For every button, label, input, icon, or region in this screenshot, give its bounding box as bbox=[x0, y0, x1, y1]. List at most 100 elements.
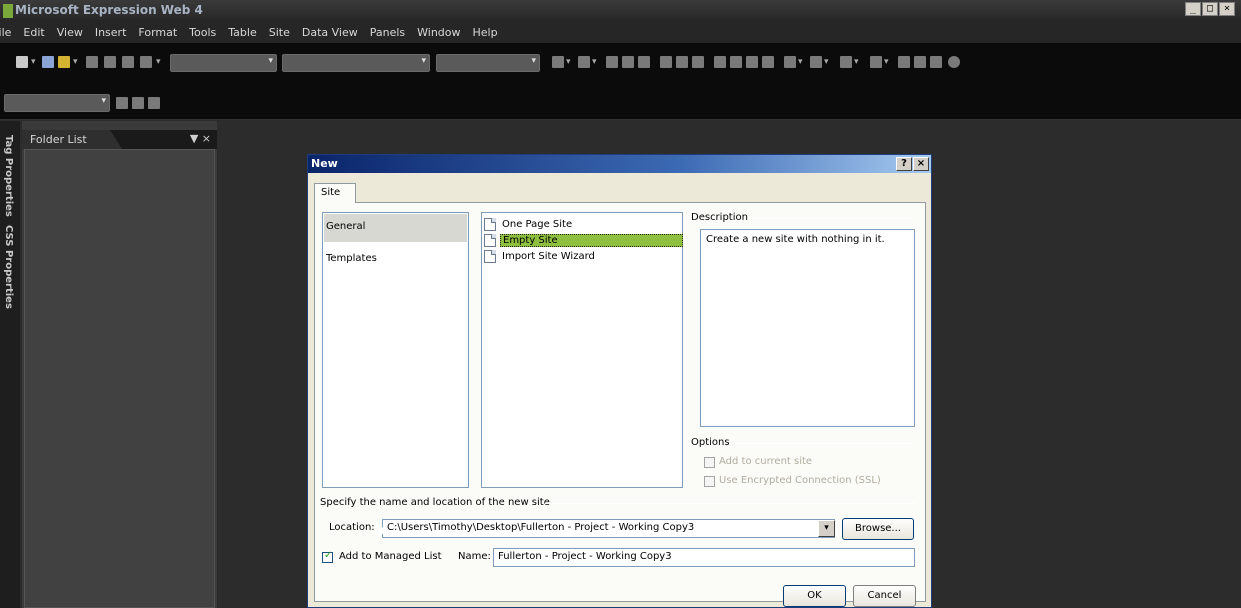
pin-icon[interactable]: ▼ bbox=[190, 132, 198, 145]
name-input[interactable]: Fullerton - Project - Working Copy3 bbox=[493, 548, 915, 567]
tab-css-properties[interactable]: CSS Properties bbox=[3, 225, 14, 309]
menu-panels[interactable]: Panels bbox=[364, 26, 411, 39]
publish-icon[interactable] bbox=[122, 56, 134, 68]
font-combo[interactable] bbox=[282, 54, 430, 72]
italic-icon[interactable] bbox=[622, 56, 634, 68]
options-legend: Options bbox=[691, 437, 730, 448]
increase-indent-icon[interactable] bbox=[762, 56, 774, 68]
cancel-button[interactable]: Cancel bbox=[853, 585, 916, 607]
preview-browser-icon[interactable] bbox=[948, 56, 960, 68]
align-left-icon[interactable] bbox=[660, 56, 672, 68]
options-divider bbox=[733, 443, 915, 444]
location-label: Location: bbox=[329, 522, 375, 533]
site-folder-icon[interactable] bbox=[116, 97, 128, 109]
new-document-icon[interactable] bbox=[16, 56, 28, 68]
page-icon bbox=[484, 217, 496, 231]
font-color-icon[interactable] bbox=[840, 56, 852, 68]
site-type-empty[interactable]: Empty Site bbox=[484, 233, 683, 247]
undo-icon[interactable] bbox=[552, 56, 564, 68]
minimize-button[interactable]: _ bbox=[1185, 2, 1201, 16]
bullets-icon[interactable] bbox=[730, 56, 742, 68]
location-input[interactable]: C:\Users\Timothy\Desktop\Fullerton - Pro… bbox=[382, 519, 835, 538]
window-controls: _ □ × bbox=[1185, 2, 1235, 16]
ok-button[interactable]: OK bbox=[783, 585, 846, 607]
secondary-toolbar bbox=[0, 87, 1241, 120]
font-size-combo[interactable] bbox=[436, 54, 540, 72]
use-ssl-label: Use Encrypted Connection (SSL) bbox=[719, 475, 881, 486]
description-box: Create a new site with nothing in it. bbox=[700, 229, 915, 427]
close-window-button[interactable]: × bbox=[1219, 2, 1235, 16]
spelling-icon[interactable] bbox=[140, 56, 152, 68]
panel-controls: ▼ × bbox=[190, 132, 211, 145]
app-title: Microsoft Expression Web 4 bbox=[15, 3, 203, 17]
add-to-current-site-checkbox[interactable] bbox=[704, 457, 715, 468]
site-type-one-page[interactable]: One Page Site bbox=[484, 217, 574, 231]
menu-bar: File Edit View Insert Format Tools Table… bbox=[0, 22, 1241, 43]
dialog-title: New bbox=[311, 157, 338, 170]
preview-icon[interactable] bbox=[104, 56, 116, 68]
redo-icon[interactable] bbox=[578, 56, 590, 68]
hyperlink-icon[interactable] bbox=[930, 56, 942, 68]
image-icon[interactable] bbox=[914, 56, 926, 68]
dialog-title-bar: New bbox=[308, 155, 931, 173]
site-view-icon[interactable] bbox=[132, 97, 144, 109]
help-button[interactable]: ? bbox=[896, 157, 912, 171]
underline-icon[interactable] bbox=[638, 56, 650, 68]
align-center-icon[interactable] bbox=[676, 56, 688, 68]
menu-view[interactable]: View bbox=[51, 26, 89, 39]
maximize-button[interactable]: □ bbox=[1202, 2, 1218, 16]
menu-format[interactable]: Format bbox=[132, 26, 183, 39]
close-dialog-button[interactable]: × bbox=[913, 157, 929, 171]
menu-window[interactable]: Window bbox=[411, 26, 466, 39]
menu-data-view[interactable]: Data View bbox=[296, 26, 364, 39]
name-label: Name: bbox=[458, 551, 491, 562]
category-list[interactable]: General Templates bbox=[322, 212, 469, 488]
app-logo-icon bbox=[3, 4, 13, 18]
folder-list-tab[interactable]: Folder List bbox=[22, 130, 122, 149]
category-general[interactable]: General bbox=[324, 214, 467, 242]
side-panel-tabs: Tag Properties CSS Properties bbox=[0, 121, 20, 608]
tab-site[interactable]: Site bbox=[314, 183, 356, 203]
layer-icon[interactable] bbox=[870, 56, 882, 68]
folder-list-header: Folder List ▼ × bbox=[22, 130, 217, 149]
align-right-icon[interactable] bbox=[692, 56, 704, 68]
close-panel-button[interactable]: × bbox=[202, 132, 211, 145]
menu-help[interactable]: Help bbox=[467, 26, 504, 39]
tab-tag-properties[interactable]: Tag Properties bbox=[3, 135, 14, 217]
site-type-import-wizard[interactable]: Import Site Wizard bbox=[484, 249, 597, 263]
site-type-list[interactable]: One Page Site Empty Site Import Site Wiz… bbox=[481, 212, 683, 488]
folder-list-body bbox=[24, 149, 215, 608]
new-site-dialog: New ? × Site General Templates One Page … bbox=[307, 154, 932, 608]
open-folder-icon[interactable] bbox=[58, 56, 70, 68]
style-combo[interactable] bbox=[170, 54, 277, 72]
borders-icon[interactable] bbox=[784, 56, 796, 68]
folder-list-panel: Folder List ▼ × bbox=[22, 121, 217, 608]
highlight-icon[interactable] bbox=[810, 56, 822, 68]
menu-table[interactable]: Table bbox=[222, 26, 262, 39]
title-bar: Microsoft Expression Web 4 _ □ × bbox=[0, 0, 1241, 22]
save-icon[interactable] bbox=[42, 56, 54, 68]
numbering-icon[interactable] bbox=[714, 56, 726, 68]
decrease-indent-icon[interactable] bbox=[746, 56, 758, 68]
add-to-current-site-label: Add to current site bbox=[719, 456, 813, 467]
location-dropdown-button[interactable]: ▾ bbox=[818, 520, 835, 537]
menu-tools[interactable]: Tools bbox=[183, 26, 222, 39]
publish-site-icon[interactable] bbox=[148, 97, 160, 109]
site-type-label: Import Site Wizard bbox=[502, 250, 595, 262]
menu-file[interactable]: File bbox=[0, 26, 17, 39]
dtd-combo[interactable] bbox=[4, 94, 110, 112]
add-to-managed-list-checkbox[interactable] bbox=[322, 550, 333, 563]
bold-icon[interactable] bbox=[606, 56, 618, 68]
specify-divider bbox=[545, 503, 915, 504]
table-icon[interactable] bbox=[898, 56, 910, 68]
menu-insert[interactable]: Insert bbox=[89, 26, 133, 39]
description-divider bbox=[750, 218, 915, 219]
menu-edit[interactable]: Edit bbox=[17, 26, 50, 39]
category-templates[interactable]: Templates bbox=[324, 246, 467, 274]
menu-site[interactable]: Site bbox=[263, 26, 296, 39]
browse-button[interactable]: Browse... bbox=[842, 518, 914, 540]
print-icon[interactable] bbox=[86, 56, 98, 68]
site-type-label: Empty Site bbox=[500, 233, 683, 247]
managed-list-label: Add to Managed List bbox=[339, 551, 442, 562]
use-ssl-checkbox[interactable] bbox=[704, 476, 715, 487]
